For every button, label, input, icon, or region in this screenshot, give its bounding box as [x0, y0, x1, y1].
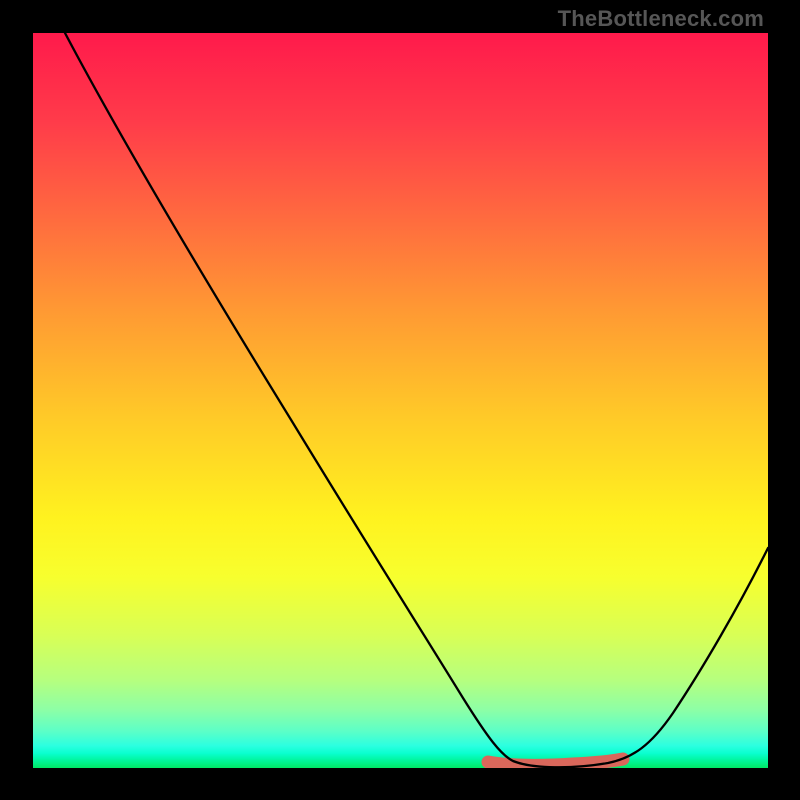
curve-svg: [33, 33, 768, 768]
chart-frame: TheBottleneck.com: [0, 0, 800, 800]
plot-area: [33, 33, 768, 768]
watermark-text: TheBottleneck.com: [558, 6, 764, 32]
bottleneck-curve: [65, 33, 768, 767]
